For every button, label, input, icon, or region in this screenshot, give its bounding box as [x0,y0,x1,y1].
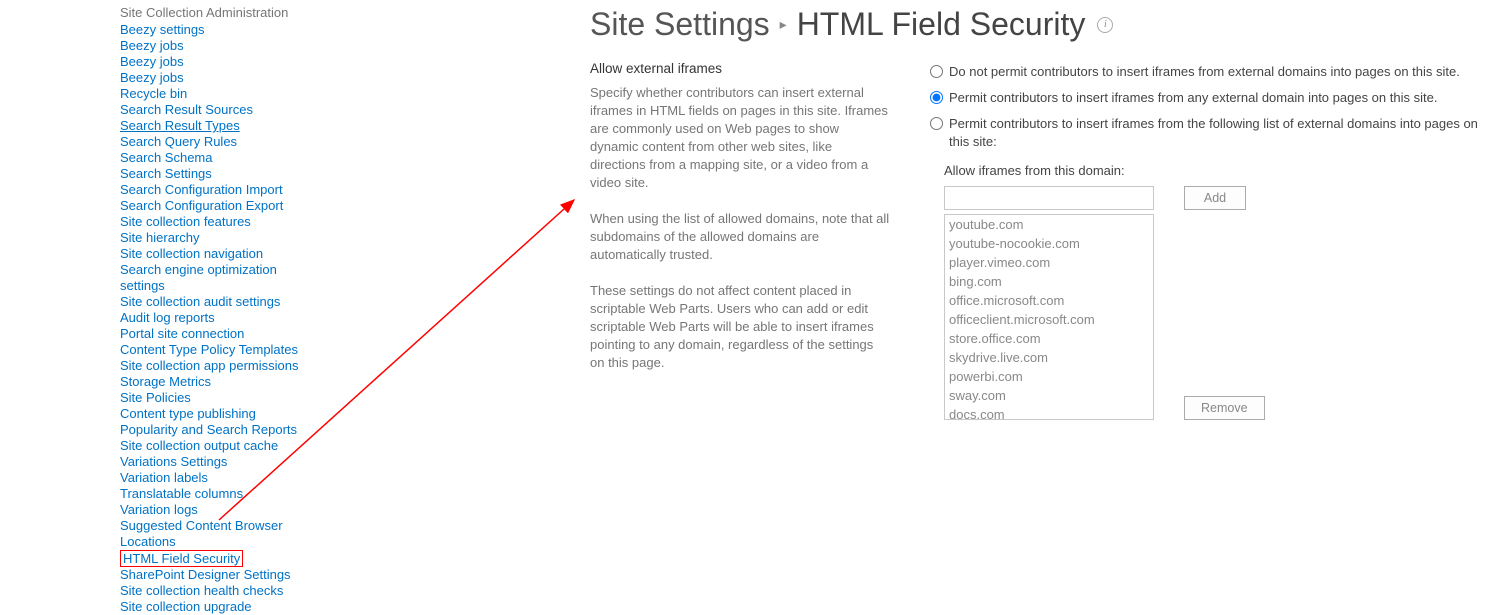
radio-label[interactable]: Permit contributors to insert iframes fr… [949,115,1500,151]
sidebar-link[interactable]: Suggested Content Browser Locations [120,518,310,550]
sidebar-link[interactable]: Audit log reports [120,310,310,326]
description-column: Allow external iframes Specify whether c… [590,61,890,390]
remove-button[interactable]: Remove [1184,396,1265,420]
sidebar-link[interactable]: Beezy jobs [120,54,310,70]
domain-list-item[interactable]: bing.com [945,272,1153,291]
domain-field-label: Allow iframes from this domain: [944,163,1500,178]
sidebar-link[interactable]: HTML Field Security [120,550,243,567]
page-title: HTML Field Security [797,6,1086,43]
sidebar-link[interactable]: Site Policies [120,390,310,406]
sidebar-link[interactable]: Beezy jobs [120,38,310,54]
domain-section: Allow iframes from this domain: Add yout… [944,163,1500,420]
radio-label[interactable]: Do not permit contributors to insert ifr… [949,63,1460,81]
sidebar-link[interactable]: Site collection upgrade [120,599,310,615]
sidebar-link[interactable]: Search Configuration Export [120,198,310,214]
sidebar-link[interactable]: Site collection app permissions [120,358,310,374]
domain-list-item[interactable]: office.microsoft.com [945,291,1153,310]
sidebar-link[interactable]: Storage Metrics [120,374,310,390]
sidebar-link[interactable]: Content Type Policy Templates [120,342,310,358]
domain-list-item[interactable]: sway.com [945,386,1153,405]
sidebar-link[interactable]: Site collection navigation [120,246,310,262]
form-column: Do not permit contributors to insert ifr… [930,61,1500,420]
add-button[interactable]: Add [1184,186,1246,210]
sidebar-link[interactable]: Site collection audit settings [120,294,310,310]
sidebar-link[interactable]: Search Configuration Import [120,182,310,198]
sidebar-link[interactable]: Portal site connection [120,326,310,342]
sidebar-link[interactable]: Variations Settings [120,454,310,470]
description-paragraph: Specify whether contributors can insert … [590,84,890,192]
domain-list-item[interactable]: skydrive.live.com [945,348,1153,367]
sidebar-link[interactable]: Search Settings [120,166,310,182]
sidebar-link[interactable]: Recycle bin [120,86,310,102]
domain-list-item[interactable]: store.office.com [945,329,1153,348]
sidebar-link[interactable]: Translatable columns [120,486,310,502]
radio-option: Permit contributors to insert iframes fr… [930,89,1500,107]
sidebar-link[interactable]: Site collection output cache [120,438,310,454]
sidebar-heading: Site Collection Administration [120,5,310,20]
domain-list-item[interactable]: player.vimeo.com [945,253,1153,272]
radio-input[interactable] [930,65,943,78]
domain-list-item[interactable]: youtube-nocookie.com [945,234,1153,253]
domain-list-item[interactable]: youtube.com [945,215,1153,234]
sidebar-link[interactable]: Site collection features [120,214,310,230]
sidebar-link[interactable]: Variation logs [120,502,310,518]
domain-list-item[interactable]: docs.com [945,405,1153,420]
breadcrumb-parent-link[interactable]: Site Settings [590,6,770,43]
sidebar-link[interactable]: Search Result Sources [120,102,310,118]
domain-listbox[interactable]: youtube.comyoutube-nocookie.complayer.vi… [944,214,1154,420]
domain-list-item[interactable]: powerbi.com [945,367,1153,386]
radio-input[interactable] [930,91,943,104]
sidebar-link[interactable]: Search Query Rules [120,134,310,150]
sidebar-link[interactable]: SharePoint Designer Settings [120,567,310,583]
sidebar-link[interactable]: Beezy jobs [120,70,310,86]
radio-option: Permit contributors to insert iframes fr… [930,115,1500,151]
domain-input[interactable] [944,186,1154,210]
breadcrumb: Site Settings ▸ HTML Field Security i [590,6,1500,43]
description-paragraph: When using the list of allowed domains, … [590,210,890,264]
radio-option: Do not permit contributors to insert ifr… [930,63,1500,81]
radio-label[interactable]: Permit contributors to insert iframes fr… [949,89,1437,107]
sidebar-link[interactable]: Content type publishing [120,406,310,422]
sidebar-link[interactable]: Search Result Types [120,118,310,134]
sidebar: Site Collection Administration Beezy set… [0,0,310,615]
sidebar-link[interactable]: Beezy settings [120,22,310,38]
sidebar-link[interactable]: Site collection health checks [120,583,310,599]
sidebar-link[interactable]: Popularity and Search Reports [120,422,310,438]
domain-list-item[interactable]: officeclient.microsoft.com [945,310,1153,329]
main-content: Site Settings ▸ HTML Field Security i Al… [310,0,1500,420]
sidebar-link[interactable]: Site hierarchy [120,230,310,246]
sidebar-link[interactable]: Search Schema [120,150,310,166]
description-paragraph: These settings do not affect content pla… [590,282,890,372]
breadcrumb-separator-icon: ▸ [780,16,787,33]
sidebar-link[interactable]: Variation labels [120,470,310,486]
sidebar-link[interactable]: Search engine optimization settings [120,262,310,294]
section-heading: Allow external iframes [590,61,890,76]
radio-input[interactable] [930,117,943,130]
info-icon[interactable]: i [1097,17,1113,33]
